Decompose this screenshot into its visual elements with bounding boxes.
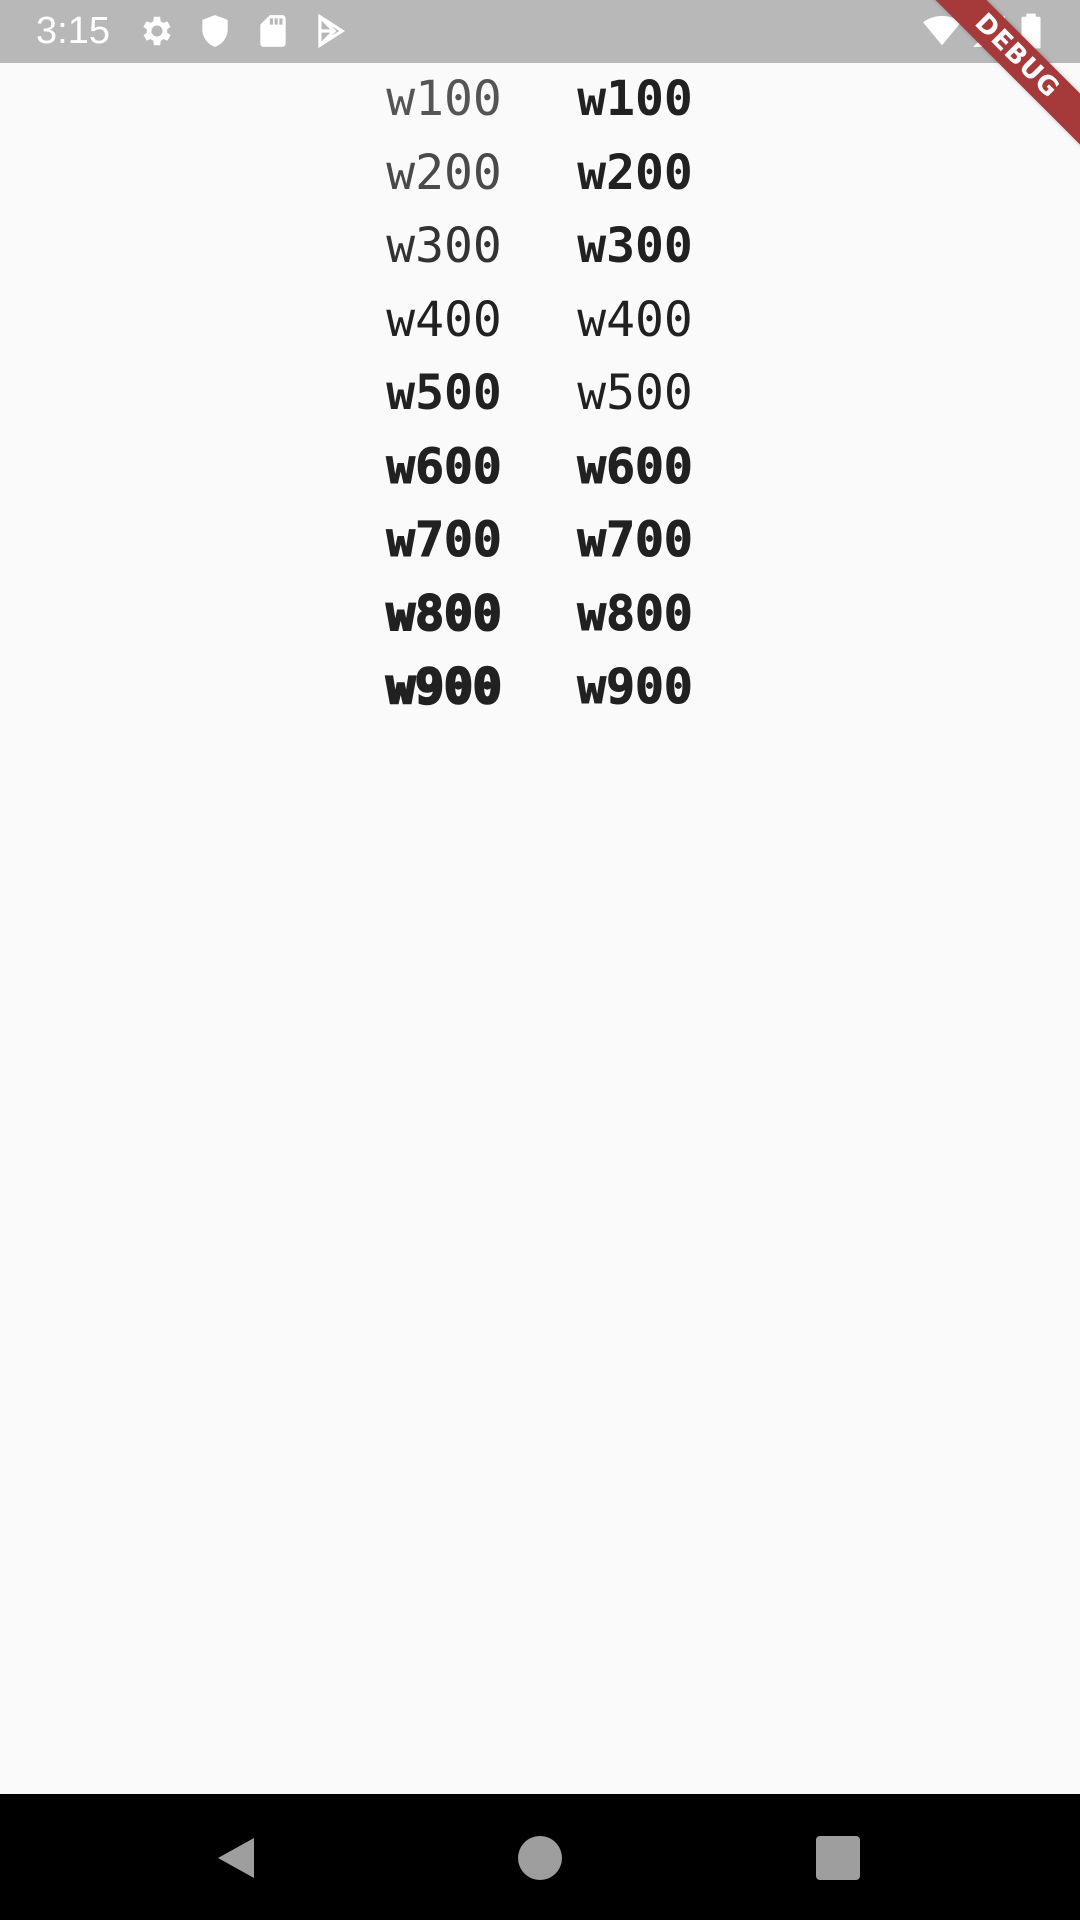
weight-row-600: w600 w600	[0, 431, 1080, 505]
status-bar: 3:15	[0, 0, 1080, 63]
sd-card-icon	[254, 12, 292, 50]
weight-row-700: w700 w700	[0, 504, 1080, 578]
weight-sample-right: w500	[577, 365, 693, 421]
weight-row-300: w300 w300	[0, 210, 1080, 284]
app-screen: 3:15 DEBUG w100 w100 w200 w200 w300 w300…	[0, 0, 1080, 1920]
weight-sample-right: w100	[577, 71, 693, 127]
weight-sample-right: w600	[577, 438, 694, 495]
weight-sample-left: w600	[386, 438, 503, 495]
back-icon[interactable]	[214, 1834, 262, 1882]
play-store-icon	[312, 12, 350, 50]
weight-sample-left: w300	[386, 218, 502, 274]
weight-sample-left: w100	[386, 71, 502, 127]
weight-sample-right: w300	[577, 218, 693, 274]
weight-row-200: w200 w200	[0, 137, 1080, 211]
gear-icon	[138, 12, 176, 50]
weight-sample-right: w700	[577, 512, 694, 569]
weight-sample-right: w200	[577, 144, 693, 201]
font-weight-list: w100 w100 w200 w200 w300 w300 w400 w400 …	[0, 63, 1080, 725]
weight-row-100: w100 w100	[0, 63, 1080, 137]
weight-sample-left: w900	[385, 658, 503, 717]
recents-icon[interactable]	[814, 1834, 862, 1882]
weight-sample-left: w800	[385, 585, 503, 643]
weight-sample-left: w400	[386, 291, 502, 348]
status-time: 3:15	[36, 10, 110, 52]
weight-row-800: w800 w800	[0, 578, 1080, 652]
weight-sample-right: w800	[577, 585, 694, 642]
weight-sample-right: w400	[577, 291, 693, 348]
weight-row-900: w900 w900	[0, 651, 1080, 725]
home-icon[interactable]	[516, 1834, 564, 1882]
navigation-bar	[0, 1794, 1080, 1920]
weight-sample-left: w700	[386, 512, 503, 569]
weight-sample-left: w200	[386, 144, 502, 201]
weight-sample-right: w900	[577, 659, 694, 716]
weight-sample-left: w500	[386, 365, 502, 421]
weight-row-500: w500 w500	[0, 357, 1080, 431]
weight-row-400: w400 w400	[0, 284, 1080, 358]
shield-icon	[196, 12, 234, 50]
